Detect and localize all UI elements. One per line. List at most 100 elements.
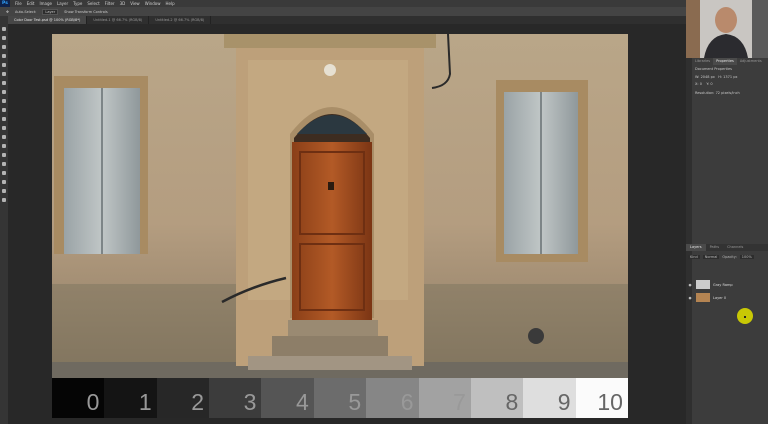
tab-document-1[interactable]: Color Door Test.psd @ 100% (RGB/8*) (8, 16, 88, 24)
options-bar: ✥ Auto-Select: Layer Show Transform Cont… (0, 7, 686, 16)
x-label: X: (695, 82, 699, 86)
quick-select-tool-icon[interactable] (1, 53, 7, 59)
tab-paths[interactable]: Paths (706, 244, 724, 251)
document-properties-header: Document Properties (695, 67, 732, 71)
layer-row-gray-ramp[interactable]: ● Gray Ramp (686, 279, 768, 290)
menu-select[interactable]: Select (87, 1, 99, 6)
marquee-tool-icon[interactable] (1, 35, 7, 41)
layer-name: Gray Ramp (713, 282, 733, 287)
tab-libraries[interactable]: Libraries (692, 58, 713, 65)
dodge-tool-icon[interactable] (1, 143, 7, 149)
tools-panel (0, 16, 8, 424)
door-photo-image (52, 34, 628, 378)
presenter-webcam (686, 0, 768, 58)
gray-ramp-strip: 0 1 2 3 4 5 6 7 8 9 10 (52, 378, 628, 418)
tab-properties[interactable]: Properties (713, 58, 737, 65)
menu-filter[interactable]: Filter (105, 1, 115, 6)
history-brush-tool-icon[interactable] (1, 107, 7, 113)
gray-swatch-label: 0 (86, 389, 100, 415)
document-tabs: Color Door Test.psd @ 100% (RGB/8*) Unti… (8, 16, 686, 24)
gray-swatch: 8 (470, 378, 524, 418)
tab-layers[interactable]: Layers (686, 244, 706, 251)
menu-layer[interactable]: Layer (57, 1, 68, 6)
tab-adjustments[interactable]: Adjustments (737, 58, 765, 65)
brush-tool-icon[interactable] (1, 89, 7, 95)
gray-swatch-label: 6 (400, 389, 414, 415)
hand-tool-icon[interactable] (1, 188, 7, 194)
type-tool-icon[interactable] (1, 161, 7, 167)
photo-door-facade (52, 34, 628, 378)
resolution-text: Resolution: 72 pixels/inch (695, 91, 740, 95)
path-select-tool-icon[interactable] (1, 170, 7, 176)
pen-tool-icon[interactable] (1, 152, 7, 158)
layer-name: Layer 0 (713, 295, 727, 300)
x-value[interactable]: 0 (700, 82, 702, 86)
layers-panel-tabs: Layers Paths Channels (686, 244, 768, 251)
gray-swatch: 5 (313, 378, 367, 418)
gray-swatch-label: 3 (243, 389, 257, 415)
eraser-tool-icon[interactable] (1, 116, 7, 122)
gray-swatch: 0 (52, 378, 105, 418)
layer-thumbnail (696, 280, 710, 289)
photoshop-logo: Ps (0, 0, 10, 7)
y-value[interactable]: 0 (710, 82, 712, 86)
menu-image[interactable]: Image (39, 1, 52, 6)
gray-swatch: 2 (156, 378, 210, 418)
layer-row-layer-0[interactable]: ● Layer 0 (686, 292, 768, 303)
cursor-highlight (737, 308, 753, 324)
blur-tool-icon[interactable] (1, 134, 7, 140)
gray-swatch: 4 (261, 378, 314, 418)
menu-help[interactable]: Help (165, 1, 174, 6)
height-value[interactable]: 1371 px (723, 75, 737, 79)
gray-swatch-label: 8 (505, 389, 519, 415)
tab-document-3[interactable]: Untitled-2 @ 66.7% (RGB/8) (149, 16, 212, 24)
healing-brush-tool-icon[interactable] (1, 80, 7, 86)
blend-mode-dropdown[interactable]: Normal (702, 255, 720, 259)
menu-window[interactable]: Window (145, 1, 161, 6)
gray-swatch: 7 (418, 378, 471, 418)
gray-swatch-label: 2 (191, 389, 205, 415)
gray-swatch-label: 10 (597, 389, 623, 415)
eye-icon[interactable]: ● (686, 296, 694, 300)
auto-select-label: Auto-Select: (14, 9, 37, 14)
menu-edit[interactable]: Edit (27, 1, 35, 6)
width-value[interactable]: 2048 px (701, 75, 715, 79)
eyedropper-tool-icon[interactable] (1, 71, 7, 77)
position-row: X: 0 Y: 0 (695, 82, 713, 86)
menu-file[interactable]: File (15, 1, 22, 6)
width-label: W: (695, 75, 700, 79)
layer-kind-filter[interactable]: Kind (688, 255, 700, 259)
y-label: Y: (706, 82, 710, 86)
move-icon[interactable]: ✥ (6, 10, 9, 14)
opacity-label: Opacity: (722, 255, 737, 259)
gray-swatch: 9 (523, 378, 576, 418)
gray-swatch: 6 (366, 378, 419, 418)
layer-filter-row: Kind Normal Opacity: 100% (688, 254, 766, 260)
menu-view[interactable]: View (130, 1, 140, 6)
auto-select-dropdown[interactable]: Layer (42, 8, 59, 15)
crop-tool-icon[interactable] (1, 62, 7, 68)
gradient-tool-icon[interactable] (1, 125, 7, 131)
width-row: W: 2048 px H: 1371 px (695, 75, 738, 79)
menu-bar: Ps File Edit Image Layer Type Select Fil… (0, 0, 768, 7)
layer-thumbnail (696, 293, 710, 302)
gray-swatch-label: 1 (138, 389, 152, 415)
eye-icon[interactable]: ● (686, 283, 694, 287)
tab-document-2[interactable]: Untitled-1 @ 66.7% (RGB/8) (87, 16, 150, 24)
tab-channels[interactable]: Channels (723, 244, 747, 251)
properties-tabs: Libraries Properties Adjustments (692, 58, 768, 65)
shape-tool-icon[interactable] (1, 179, 7, 185)
gray-swatch: 10 (575, 378, 628, 418)
show-transform-checkbox[interactable]: Show Transform Controls (64, 10, 108, 14)
gray-swatch-label: 5 (348, 389, 362, 415)
gray-swatch: 1 (104, 378, 157, 418)
opacity-value[interactable]: 100% (739, 255, 754, 259)
clone-stamp-tool-icon[interactable] (1, 98, 7, 104)
gray-swatch: 3 (209, 378, 262, 418)
zoom-tool-icon[interactable] (1, 197, 7, 203)
gray-swatch-label: 4 (296, 389, 309, 415)
lasso-tool-icon[interactable] (1, 44, 7, 50)
menu-type[interactable]: Type (73, 1, 82, 6)
move-tool-icon[interactable] (1, 26, 7, 32)
menu-3d[interactable]: 3D (120, 1, 126, 6)
